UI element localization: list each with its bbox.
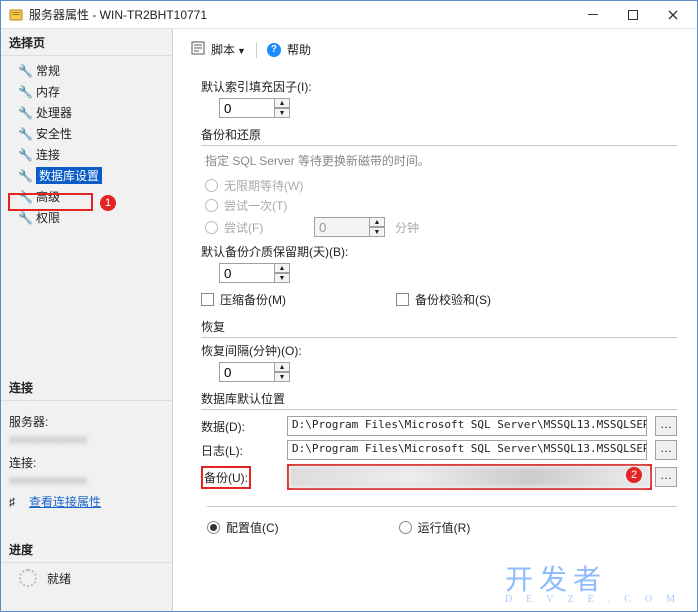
progress-spinner-icon [19, 569, 37, 587]
sidebar-item-permissions[interactable]: 🔧权限 [1, 207, 172, 228]
close-button[interactable] [653, 3, 693, 27]
retention-input[interactable] [219, 263, 275, 283]
data-path-browse-button[interactable]: … [655, 416, 677, 436]
backup-path-label: 备份(U): [204, 471, 248, 485]
fill-factor-up[interactable]: ▲ [274, 98, 290, 108]
wrench-icon: 🔧 [19, 148, 32, 161]
wrench-icon: 🔧 [19, 190, 32, 203]
page-tree: 🔧常规 🔧内存 🔧处理器 🔧安全性 🔧连接 🔧数据库设置 🔧高级 🔧权限 [1, 56, 172, 232]
try-once-radio [205, 199, 218, 212]
sidebar: 选择页 🔧常规 🔧内存 🔧处理器 🔧安全性 🔧连接 🔧数据库设置 🔧高级 🔧权限… [1, 29, 173, 611]
wrench-icon: 🔧 [19, 64, 32, 77]
select-page-header: 选择页 [1, 29, 172, 56]
sidebar-item-connections[interactable]: 🔧连接 [1, 144, 172, 165]
log-path-browse-button[interactable]: … [655, 440, 677, 460]
try-for-input [314, 217, 370, 237]
minutes-label: 分钟 [395, 219, 419, 236]
help-icon: ? [267, 43, 281, 57]
backup-path-label-highlight: 备份(U): [201, 466, 251, 489]
wrench-icon: 🔧 [19, 127, 32, 140]
running-values-radio[interactable] [399, 521, 412, 534]
connection-header: 连接 [1, 374, 172, 401]
try-once-label: 尝试一次(T) [224, 197, 287, 214]
sidebar-item-database-settings[interactable]: 🔧数据库设置 [1, 165, 172, 186]
retention-up[interactable]: ▲ [274, 263, 290, 273]
sidebar-item-security[interactable]: 🔧安全性 [1, 123, 172, 144]
wrench-icon: 🔧 [19, 106, 32, 119]
ready-label: 就绪 [47, 570, 71, 587]
log-path-input[interactable]: D:\Program Files\Microsoft SQL Server\MS… [287, 440, 647, 460]
connection-info: 服务器: xxxxxxxxxxxxx 连接: xxxxxxxxxxxxx [1, 401, 172, 487]
wrench-icon: 🔧 [19, 85, 32, 98]
view-connection-properties-link[interactable]: 查看连接属性 [29, 493, 101, 510]
log-path-label: 日志(L): [201, 442, 287, 459]
content-pane: 脚本▼ ? 帮助 默认索引填充因子(I): ▲▼ 备份和还原 指定 SQL Se… [173, 29, 697, 611]
minimize-button[interactable] [573, 3, 613, 27]
backup-restore-header: 备份和还原 [201, 126, 677, 146]
sidebar-item-general[interactable]: 🔧常规 [1, 60, 172, 81]
connection-value: xxxxxxxxxxxxx [9, 473, 164, 487]
progress-header: 进度 [1, 536, 172, 563]
retention-label: 默认备份介质保留期(天)(B): [201, 243, 348, 260]
recovery-interval-label: 恢复间隔(分钟)(O): [201, 342, 302, 359]
running-values-label: 运行值(R) [418, 519, 471, 536]
recovery-header: 恢复 [201, 318, 677, 338]
try-for-up: ▲ [369, 217, 385, 227]
recovery-up[interactable]: ▲ [274, 362, 290, 372]
fill-factor-label: 默认索引填充因子(I): [201, 78, 312, 95]
watermark: 开发者 DEVZE.COM [505, 558, 689, 605]
server-label: 服务器: [9, 413, 164, 430]
backup-checksum-checkbox[interactable] [396, 293, 409, 306]
configured-values-radio[interactable] [207, 521, 220, 534]
tape-hint: 指定 SQL Server 等待更换新磁带的时间。 [205, 152, 677, 169]
wait-forever-radio [205, 179, 218, 192]
progress-status: 就绪 [1, 563, 172, 587]
try-for-down: ▼ [369, 227, 385, 237]
toolbar-separator [256, 42, 257, 58]
connection-properties-icon: ♯ [9, 495, 23, 509]
backup-path-input[interactable]: xxxxxxxxxxxxxxxxxxxxxxxxxxxx [290, 467, 649, 487]
script-dropdown[interactable]: 脚本▼ [211, 41, 246, 58]
wrench-icon: 🔧 [19, 169, 32, 182]
fill-factor-down[interactable]: ▼ [274, 108, 290, 118]
content-toolbar: 脚本▼ ? 帮助 [191, 39, 683, 67]
backup-checksum-label: 备份校验和(S) [415, 291, 491, 308]
data-path-label: 数据(D): [201, 418, 287, 435]
annotation-callout-2: 2 [626, 467, 642, 483]
configured-values-label: 配置值(C) [226, 519, 279, 536]
recovery-down[interactable]: ▼ [274, 372, 290, 382]
titlebar: 服务器属性 - WIN-TR2BHT10771 [1, 1, 697, 29]
server-value: xxxxxxxxxxxxx [9, 432, 164, 446]
retention-down[interactable]: ▼ [274, 273, 290, 283]
connection-label: 连接: [9, 454, 164, 471]
fill-factor-input[interactable] [219, 98, 275, 118]
default-locations-header: 数据库默认位置 [201, 390, 677, 410]
backup-path-browse-button[interactable]: … [655, 467, 677, 487]
sidebar-item-advanced[interactable]: 🔧高级 [1, 186, 172, 207]
dialog-window: 服务器属性 - WIN-TR2BHT10771 选择页 🔧常规 🔧内存 🔧处理器… [0, 0, 698, 612]
help-button[interactable]: 帮助 [287, 41, 311, 58]
try-for-label: 尝试(F) [224, 219, 314, 236]
sidebar-item-memory[interactable]: 🔧内存 [1, 81, 172, 102]
maximize-button[interactable] [613, 3, 653, 27]
script-icon [191, 41, 205, 58]
chevron-down-icon: ▼ [237, 46, 246, 56]
compress-backup-label: 压缩备份(M) [220, 291, 286, 308]
data-path-input[interactable]: D:\Program Files\Microsoft SQL Server\MS… [287, 416, 647, 436]
window-title: 服务器属性 - WIN-TR2BHT10771 [29, 6, 207, 23]
sidebar-item-processors[interactable]: 🔧处理器 [1, 102, 172, 123]
recovery-interval-input[interactable] [219, 362, 275, 382]
backup-path-highlight: xxxxxxxxxxxxxxxxxxxxxxxxxxxx 2 [287, 464, 652, 490]
app-icon [9, 8, 23, 22]
wait-forever-label: 无限期等待(W) [224, 177, 303, 194]
wrench-icon: 🔧 [19, 211, 32, 224]
compress-backup-checkbox[interactable] [201, 293, 214, 306]
try-for-radio [205, 221, 218, 234]
